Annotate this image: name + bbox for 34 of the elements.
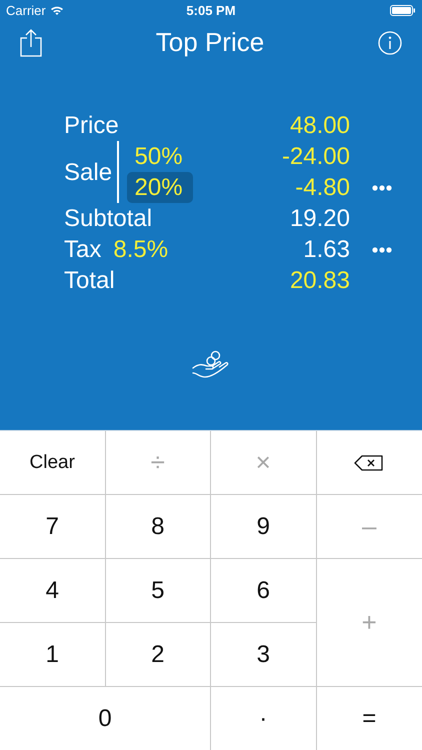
amount-value: 48.00 [290,111,350,141]
delete-icon [354,454,384,470]
more-icon[interactable] [372,246,392,252]
amount-value: -24.00 [282,142,350,172]
keypad-key[interactable]: 4 [0,559,106,623]
share-icon[interactable] [20,28,42,56]
status-time: 5:05 PM [186,2,236,18]
keypad-key[interactable]: 8 [106,495,211,559]
line-label: Subtotal [64,204,152,234]
amount-value: 20.83 [290,266,350,296]
rate-value[interactable]: 20% [126,172,193,203]
battery-icon [390,4,416,16]
clear-button[interactable]: Clear [0,431,106,495]
carrier-name: Carrier [6,2,46,18]
rate-value[interactable]: 50% [126,141,193,172]
amount-value: 19.20 [290,204,350,234]
keypad-key[interactable]: 5 [106,559,211,623]
keypad-key[interactable]: 1 [0,623,106,687]
amount-value: -4.80 [295,173,350,203]
keypad-key[interactable]: 3 [211,623,316,687]
line-label: Sale [64,158,112,188]
app-title: Top Price [156,27,264,58]
line-label: Price [64,111,119,141]
rate-value[interactable]: 8.5% [113,236,168,264]
keypad-key[interactable]: 7 [0,495,106,559]
amount-value: 1.63 [303,235,350,265]
info-icon[interactable] [378,30,402,54]
line-label: Total [64,266,115,296]
line-label: Tax [64,235,102,265]
keypad-key[interactable]: 6 [211,559,316,623]
keypad-key[interactable]: 2 [106,623,211,687]
more-icon[interactable] [372,184,392,190]
wifi-icon [50,4,64,16]
keypad-key[interactable]: 9 [211,495,316,559]
